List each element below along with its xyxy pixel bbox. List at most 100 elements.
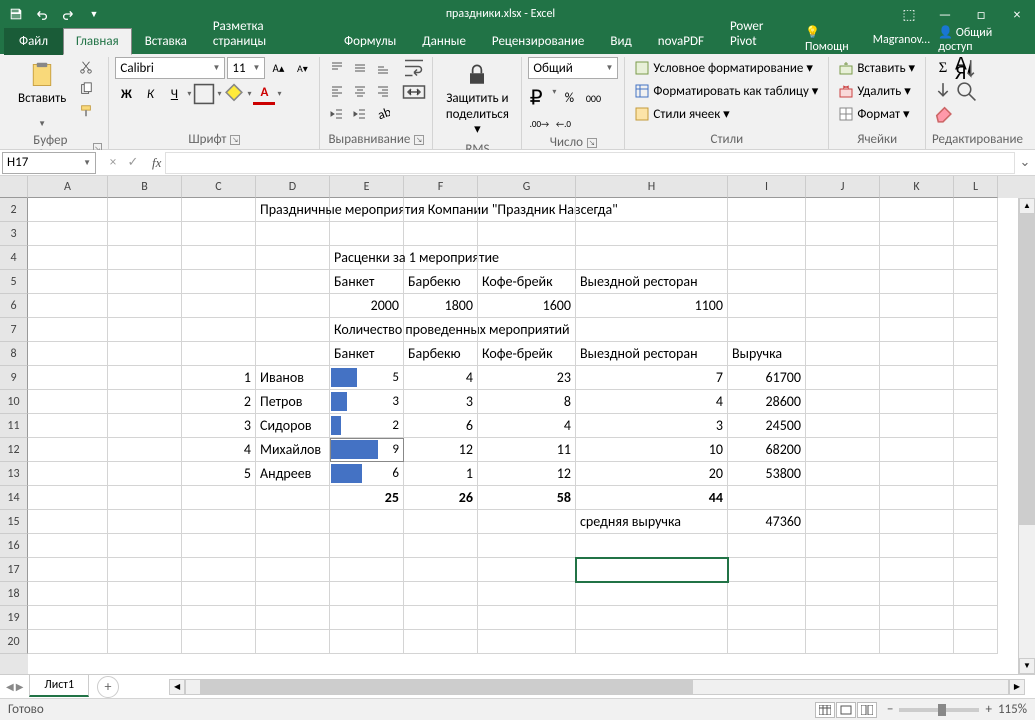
cell-K19[interactable] bbox=[880, 606, 954, 630]
cell-J4[interactable] bbox=[806, 246, 880, 270]
cell-K20[interactable] bbox=[880, 630, 954, 654]
cell-I10[interactable]: 28600 bbox=[728, 390, 806, 414]
cell-A4[interactable] bbox=[28, 246, 108, 270]
cell-C16[interactable] bbox=[182, 534, 256, 558]
cell-G14[interactable]: 58 bbox=[478, 486, 576, 510]
format-painter-icon[interactable] bbox=[76, 101, 96, 121]
tab-page-layout[interactable]: Разметка страницы bbox=[200, 13, 331, 55]
share-button[interactable]: 👤 Общий доступ bbox=[938, 25, 1027, 54]
row-header-3[interactable]: 3 bbox=[0, 222, 28, 246]
tab-review[interactable]: Рецензирование bbox=[479, 28, 597, 55]
qat-customize-icon[interactable]: ▼ bbox=[82, 2, 106, 26]
account-name[interactable]: Magranov... bbox=[873, 33, 930, 47]
cell-L16[interactable] bbox=[954, 534, 998, 558]
cell-J14[interactable] bbox=[806, 486, 880, 510]
cell-C8[interactable] bbox=[182, 342, 256, 366]
cell-H20[interactable] bbox=[576, 630, 728, 654]
cell-B11[interactable] bbox=[108, 414, 182, 438]
cell-D2[interactable]: Праздничные мероприятия Компании "Праздн… bbox=[256, 198, 330, 222]
cell-A17[interactable] bbox=[28, 558, 108, 582]
row-header-20[interactable]: 20 bbox=[0, 630, 28, 654]
cell-G9[interactable]: 23 bbox=[478, 366, 576, 390]
cell-E5[interactable]: Банкет bbox=[330, 270, 404, 294]
ribbon-options-icon[interactable]: ⬚ bbox=[895, 6, 923, 23]
cell-I6[interactable] bbox=[728, 294, 806, 318]
cell-J11[interactable] bbox=[806, 414, 880, 438]
row-header-7[interactable]: 7 bbox=[0, 318, 28, 342]
cell-J9[interactable] bbox=[806, 366, 880, 390]
tab-insert[interactable]: Вставка bbox=[132, 28, 200, 55]
cell-I9[interactable]: 61700 bbox=[728, 366, 806, 390]
row-header-4[interactable]: 4 bbox=[0, 246, 28, 270]
cell-H4[interactable] bbox=[576, 246, 728, 270]
cell-H5[interactable]: Выездной ресторан bbox=[576, 270, 728, 294]
cell-J6[interactable] bbox=[806, 294, 880, 318]
cell-J3[interactable] bbox=[806, 222, 880, 246]
normal-view-icon[interactable] bbox=[815, 702, 835, 718]
cell-A6[interactable] bbox=[28, 294, 108, 318]
enter-formula-icon[interactable]: ✓ bbox=[124, 155, 142, 170]
cell-D3[interactable] bbox=[256, 222, 330, 246]
cell-H7[interactable] bbox=[576, 318, 728, 342]
cell-I7[interactable] bbox=[728, 318, 806, 342]
cell-A14[interactable] bbox=[28, 486, 108, 510]
cell-E10[interactable]: 3 bbox=[330, 390, 404, 414]
cell-L9[interactable] bbox=[954, 366, 998, 390]
cell-H17[interactable] bbox=[576, 558, 728, 582]
add-sheet-button[interactable]: + bbox=[97, 676, 119, 698]
redo-icon[interactable] bbox=[56, 2, 80, 26]
cell-K6[interactable] bbox=[880, 294, 954, 318]
cell-H18[interactable] bbox=[576, 582, 728, 606]
cell-D12[interactable]: Михайлов bbox=[256, 438, 330, 462]
cell-B6[interactable] bbox=[108, 294, 182, 318]
clear-icon[interactable] bbox=[932, 103, 954, 125]
copy-icon[interactable] bbox=[76, 79, 96, 99]
tab-novapdf[interactable]: novaPDF bbox=[645, 28, 717, 55]
cell-H9[interactable]: 7 bbox=[576, 366, 728, 390]
decrease-indent-icon[interactable] bbox=[326, 103, 348, 125]
cell-L6[interactable] bbox=[954, 294, 998, 318]
cell-K3[interactable] bbox=[880, 222, 954, 246]
zoom-out-button[interactable]: − bbox=[887, 702, 893, 717]
cell-I2[interactable] bbox=[728, 198, 806, 222]
paste-button[interactable]: Вставить▼ bbox=[12, 57, 72, 133]
row-header-17[interactable]: 17 bbox=[0, 558, 28, 582]
number-dialog-icon[interactable]: ↘ bbox=[587, 138, 597, 148]
cell-styles-button[interactable]: Стили ячеек ▾ bbox=[631, 103, 733, 125]
cell-F16[interactable] bbox=[404, 534, 478, 558]
cell-I12[interactable]: 68200 bbox=[728, 438, 806, 462]
cell-G17[interactable] bbox=[478, 558, 576, 582]
cell-H13[interactable]: 20 bbox=[576, 462, 728, 486]
cell-C17[interactable] bbox=[182, 558, 256, 582]
cell-G7[interactable] bbox=[478, 318, 576, 342]
cell-D18[interactable] bbox=[256, 582, 330, 606]
close-icon[interactable]: × bbox=[1003, 6, 1031, 23]
cell-F12[interactable]: 12 bbox=[404, 438, 478, 462]
sheet-nav-first-icon[interactable]: ◀ bbox=[6, 680, 14, 693]
cell-B12[interactable] bbox=[108, 438, 182, 462]
cell-F20[interactable] bbox=[404, 630, 478, 654]
cell-K9[interactable] bbox=[880, 366, 954, 390]
cell-D9[interactable]: Иванов bbox=[256, 366, 330, 390]
cell-F17[interactable] bbox=[404, 558, 478, 582]
row-header-2[interactable]: 2 bbox=[0, 198, 28, 222]
cell-G13[interactable]: 12 bbox=[478, 462, 576, 486]
cell-B2[interactable] bbox=[108, 198, 182, 222]
tell-me[interactable]: 💡 Помощн bbox=[805, 25, 865, 54]
cell-A8[interactable] bbox=[28, 342, 108, 366]
font-dialog-icon[interactable]: ↘ bbox=[230, 135, 240, 145]
cell-B8[interactable] bbox=[108, 342, 182, 366]
cell-E19[interactable] bbox=[330, 606, 404, 630]
cell-K18[interactable] bbox=[880, 582, 954, 606]
cell-C14[interactable] bbox=[182, 486, 256, 510]
cell-J19[interactable] bbox=[806, 606, 880, 630]
cell-J17[interactable] bbox=[806, 558, 880, 582]
align-right-icon[interactable] bbox=[372, 80, 394, 102]
col-header-A[interactable]: A bbox=[28, 176, 108, 198]
cell-B3[interactable] bbox=[108, 222, 182, 246]
horizontal-scrollbar[interactable]: ◀ ▶ bbox=[169, 679, 1025, 695]
tab-home[interactable]: Главная bbox=[63, 28, 132, 55]
cell-H14[interactable]: 44 bbox=[576, 486, 728, 510]
font-name-select[interactable]: Calibri▼ bbox=[115, 57, 225, 79]
cell-I19[interactable] bbox=[728, 606, 806, 630]
